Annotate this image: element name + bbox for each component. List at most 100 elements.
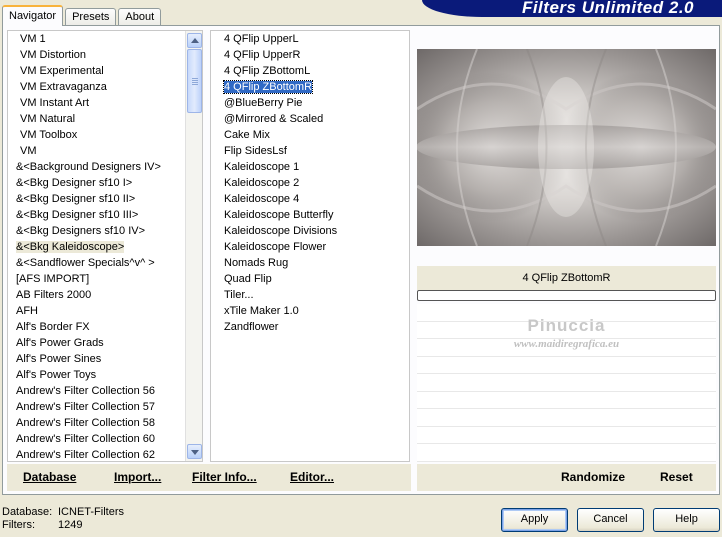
- filter-info-button[interactable]: Filter Info...: [192, 470, 257, 484]
- category-item-label: VM: [20, 145, 37, 157]
- category-item-label: &<Bkg Designer sf10 II>: [16, 193, 136, 205]
- filter-item[interactable]: Cake Mix: [211, 127, 409, 143]
- category-item-label: &<Background Designers IV>: [16, 161, 161, 173]
- category-item[interactable]: VM Natural: [8, 111, 202, 127]
- scroll-up-button[interactable]: [187, 33, 202, 48]
- app-banner-title: Filters Unlimited 2.0: [422, 0, 722, 17]
- tab-navigator[interactable]: Navigator: [2, 5, 64, 26]
- help-button[interactable]: Help: [653, 508, 720, 532]
- category-item[interactable]: VM Distortion: [8, 47, 202, 63]
- filter-item[interactable]: 4 QFlip UpperR: [211, 47, 409, 63]
- arrow-down-icon: [191, 450, 199, 455]
- category-item[interactable]: VM Toolbox: [8, 127, 202, 143]
- watermark-url: www.maidiregrafica.eu: [513, 338, 620, 350]
- category-item[interactable]: &<Bkg Designer sf10 III>: [8, 207, 202, 223]
- filter-item[interactable]: Zandflower: [211, 319, 409, 335]
- scroll-down-button[interactable]: [187, 444, 202, 459]
- category-item-label: Andrew's Filter Collection 60: [16, 433, 156, 445]
- filter-item-label: 4 QFlip UpperL: [224, 33, 299, 45]
- category-item-label: VM Instant Art: [20, 97, 90, 109]
- parameter-row: [417, 444, 716, 462]
- filter-item[interactable]: Flip SidesLsf: [211, 143, 409, 159]
- filter-item[interactable]: 4 QFlip UpperL: [211, 31, 409, 47]
- category-item-label: VM Extravaganza: [20, 81, 107, 93]
- reset-button[interactable]: Reset: [660, 470, 693, 484]
- category-item[interactable]: Andrew's Filter Collection 57: [8, 399, 202, 415]
- category-item[interactable]: [AFS IMPORT]: [8, 271, 202, 287]
- navigator-panel: VM 1 VM Distortion VM Experimental VM Extra…: [2, 25, 720, 495]
- category-item[interactable]: &<Bkg Designers sf10 IV>: [8, 223, 202, 239]
- category-item[interactable]: &<Sandflower Specials^v^ >: [8, 255, 202, 271]
- category-item[interactable]: AFH: [8, 303, 202, 319]
- filter-item[interactable]: Kaleidoscope Divisions: [211, 223, 409, 239]
- category-items: VM 1 VM Distortion VM Experimental VM Extra…: [8, 31, 202, 461]
- filter-list[interactable]: 4 QFlip UpperL 4 QFlip UpperR 4 QFlip ZBot…: [210, 30, 410, 462]
- filter-item-label: Kaleidoscope 2: [224, 177, 300, 189]
- filter-item[interactable]: Kaleidoscope 4: [211, 191, 409, 207]
- filter-item[interactable]: @Mirrored & Scaled: [211, 111, 409, 127]
- filter-item[interactable]: Tiler...: [211, 287, 409, 303]
- cancel-button[interactable]: Cancel: [577, 508, 644, 532]
- filters-status-value: 1249: [58, 519, 83, 531]
- filter-item[interactable]: @BlueBerry Pie: [211, 95, 409, 111]
- apply-button[interactable]: Apply: [501, 508, 568, 532]
- category-scrollbar[interactable]: [185, 31, 202, 461]
- filter-item-label: Kaleidoscope 4: [224, 193, 300, 205]
- category-list[interactable]: VM 1 VM Distortion VM Experimental VM Extra…: [7, 30, 203, 462]
- editor-button[interactable]: Editor...: [290, 470, 334, 484]
- category-item-label: Andrew's Filter Collection 62: [16, 449, 156, 461]
- tab-about[interactable]: About: [118, 8, 162, 26]
- category-item[interactable]: &<Background Designers IV>: [8, 159, 202, 175]
- parameter-row: [417, 427, 716, 444]
- filter-preview-image: [417, 49, 716, 246]
- filter-item-label: Nomads Rug: [224, 257, 289, 269]
- filter-item[interactable]: Nomads Rug: [211, 255, 409, 271]
- category-item[interactable]: VM Extravaganza: [8, 79, 202, 95]
- category-item[interactable]: Alf's Border FX: [8, 319, 202, 335]
- filter-item-label: xTile Maker 1.0: [224, 305, 299, 317]
- filter-item[interactable]: xTile Maker 1.0: [211, 303, 409, 319]
- filter-item-label: Quad Flip: [224, 273, 272, 285]
- category-item-label: VM Toolbox: [20, 129, 78, 141]
- import-button[interactable]: Import...: [114, 470, 161, 484]
- category-item[interactable]: VM Instant Art: [8, 95, 202, 111]
- category-item[interactable]: Andrew's Filter Collection 62: [8, 447, 202, 461]
- category-item-label: VM 1: [20, 33, 46, 45]
- filter-item[interactable]: 4 QFlip ZBottomL: [211, 63, 409, 79]
- category-item[interactable]: &<Bkg Designer sf10 II>: [8, 191, 202, 207]
- category-item[interactable]: VM Experimental: [8, 63, 202, 79]
- category-item[interactable]: AB Filters 2000: [8, 287, 202, 303]
- category-item[interactable]: VM 1: [8, 31, 202, 47]
- filter-item[interactable]: Kaleidoscope Butterfly: [211, 207, 409, 223]
- filter-item-label: @Mirrored & Scaled: [224, 113, 324, 125]
- filter-item[interactable]: 4 QFlip ZBottomR: [211, 79, 409, 95]
- category-item-label: Alf's Power Sines: [16, 353, 102, 365]
- filter-item[interactable]: Kaleidoscope Flower: [211, 239, 409, 255]
- category-item[interactable]: Andrew's Filter Collection 56: [8, 383, 202, 399]
- list-button-bar: Database Import... Filter Info... Editor…: [7, 464, 411, 491]
- scroll-thumb[interactable]: [187, 49, 202, 113]
- category-item[interactable]: &<Bkg Kaleidoscope>: [8, 239, 202, 255]
- filter-item[interactable]: Kaleidoscope 2: [211, 175, 409, 191]
- category-item[interactable]: Alf's Power Grads: [8, 335, 202, 351]
- category-item-label: VM Experimental: [20, 65, 104, 77]
- category-item-label: Andrew's Filter Collection 57: [16, 401, 156, 413]
- randomize-button[interactable]: Randomize: [561, 470, 625, 484]
- watermark-name: Pinuccia: [527, 316, 606, 335]
- filter-item-label: Kaleidoscope Flower: [224, 241, 327, 253]
- filter-item[interactable]: Quad Flip: [211, 271, 409, 287]
- tab-presets[interactable]: Presets: [65, 8, 117, 26]
- filter-items: 4 QFlip UpperL 4 QFlip UpperR 4 QFlip ZBot…: [211, 31, 409, 335]
- category-item[interactable]: Alf's Power Toys: [8, 367, 202, 383]
- category-item[interactable]: &<Bkg Designer sf10 I>: [8, 175, 202, 191]
- filter-item-label: Kaleidoscope Divisions: [224, 225, 338, 237]
- category-item[interactable]: Andrew's Filter Collection 58: [8, 415, 202, 431]
- category-item[interactable]: Alf's Power Sines: [8, 351, 202, 367]
- filter-item[interactable]: Kaleidoscope 1: [211, 159, 409, 175]
- filters-status-label: Filters:: [2, 519, 35, 531]
- filter-item-label: Kaleidoscope 1: [224, 161, 300, 173]
- category-item-label: Alf's Border FX: [16, 321, 90, 333]
- category-item[interactable]: VM: [8, 143, 202, 159]
- category-item[interactable]: Andrew's Filter Collection 60: [8, 431, 202, 447]
- database-button[interactable]: Database: [23, 470, 76, 484]
